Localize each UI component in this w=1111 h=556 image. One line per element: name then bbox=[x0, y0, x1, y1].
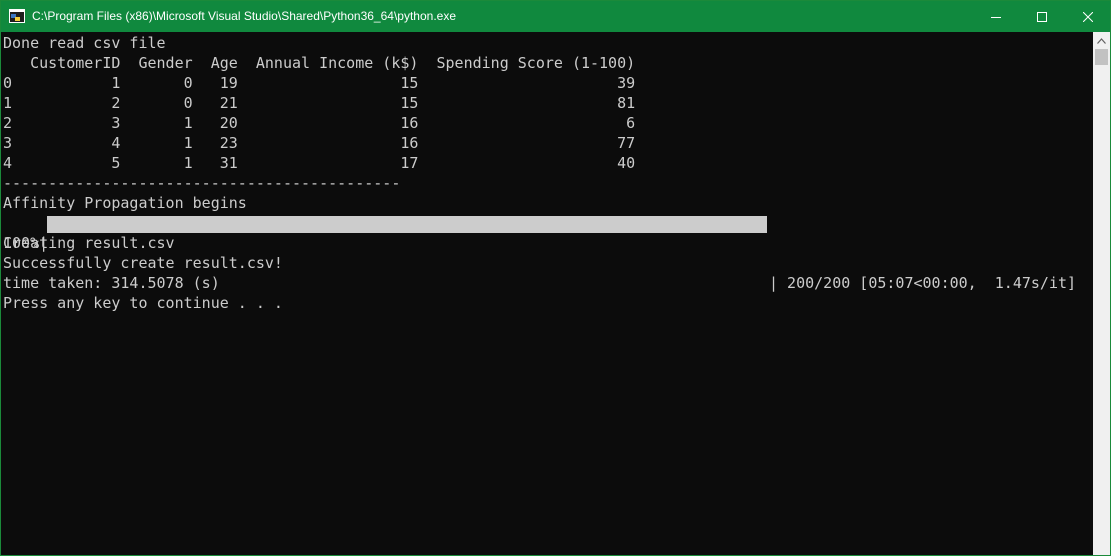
table-row: 1 2 0 21 15 81 bbox=[3, 94, 636, 112]
table-header: CustomerID Gender Age Annual Income (k$)… bbox=[3, 54, 636, 72]
table-row: 0 1 0 19 15 39 bbox=[3, 74, 636, 92]
progress-status: | 200/200 [05:07<00:00, 1.47s/it] bbox=[769, 274, 1077, 292]
table-row: 3 4 1 23 16 77 bbox=[3, 134, 636, 152]
vertical-scrollbar[interactable] bbox=[1093, 32, 1110, 555]
console-output[interactable]: Done read csv file CustomerID Gender Age… bbox=[1, 32, 1093, 555]
console-line: Successfully create result.csv! bbox=[3, 254, 283, 272]
table-row: 2 3 1 20 16 6 bbox=[3, 114, 636, 132]
maximize-button[interactable] bbox=[1019, 1, 1065, 32]
console-line: Creating result.csv bbox=[3, 234, 175, 252]
close-button[interactable] bbox=[1065, 1, 1111, 32]
maximize-icon bbox=[1037, 11, 1047, 22]
python-console-icon bbox=[9, 9, 25, 23]
separator-line: ----------------------------------------… bbox=[3, 174, 401, 192]
progress-line: 100%| | 200/200 [05:07<00:00, 1.47s/it] bbox=[1, 213, 1093, 292]
title-bar[interactable]: C:\Program Files (x86)\Microsoft Visual … bbox=[1, 1, 1110, 32]
window-title: C:\Program Files (x86)\Microsoft Visual … bbox=[32, 9, 456, 23]
minimize-button[interactable] bbox=[973, 1, 1019, 32]
console-window: C:\Program Files (x86)\Microsoft Visual … bbox=[0, 0, 1111, 556]
console-line: Press any key to continue . . . bbox=[3, 294, 283, 312]
close-icon bbox=[1083, 11, 1093, 22]
scroll-up-button[interactable] bbox=[1093, 32, 1110, 49]
minimize-icon bbox=[991, 16, 1001, 18]
table-row: 4 5 1 31 17 40 bbox=[3, 154, 636, 172]
console-line: Affinity Propagation begins bbox=[3, 194, 247, 212]
progress-bar bbox=[47, 216, 767, 233]
console-line: time taken: 314.5078 (s) bbox=[3, 274, 220, 292]
scroll-thumb[interactable] bbox=[1095, 49, 1108, 65]
chevron-up-icon bbox=[1097, 37, 1106, 44]
console-line: Done read csv file bbox=[3, 34, 166, 52]
